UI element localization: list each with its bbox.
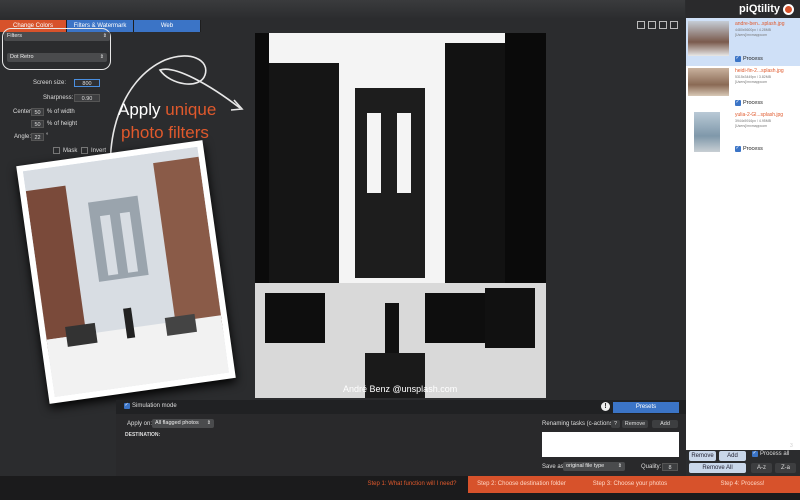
center-label: Center:	[13, 109, 33, 115]
sort-az-button[interactable]: A-z	[751, 463, 772, 473]
process-checkbox[interactable]: Process	[735, 55, 763, 62]
save-as-select[interactable]: original file type ⇕	[563, 462, 625, 471]
save-as-label: Save as:	[542, 464, 566, 470]
step-1[interactable]: Step 1: What function will I need?	[356, 476, 468, 493]
save-as-value: original file type	[566, 463, 605, 469]
quality-field[interactable]: 8	[662, 463, 678, 471]
angle-unit: °	[46, 133, 49, 139]
split-view-icon[interactable]	[648, 21, 656, 29]
checkbox-icon	[81, 147, 88, 154]
rotate-left-icon[interactable]	[659, 21, 667, 29]
sharpness-label: Sharpness:	[43, 95, 74, 101]
step-3[interactable]: Step 3: Choose your photos	[575, 476, 685, 493]
brand-name: piQtility	[739, 3, 780, 15]
photo-list-item[interactable]: heidi-fin-2...splash.jpg 5315x3449px / 3…	[686, 66, 800, 110]
photo-filename: yulia-2-Gl...splash.jpg	[735, 112, 784, 118]
process-all-label: Process all	[760, 451, 790, 457]
process-checkbox[interactable]: Process	[735, 99, 763, 106]
photo-thumbnail	[688, 68, 729, 96]
filtered-preview	[255, 33, 546, 398]
checkbox-icon	[53, 147, 60, 154]
top-toolbar	[0, 0, 685, 18]
checkbox-checked-icon	[735, 99, 741, 106]
checkbox-checked-icon	[735, 145, 741, 152]
photo-path: [Users]/mxmappcom	[735, 33, 768, 37]
process-label: Process	[743, 100, 763, 106]
center-x-field[interactable]: 50	[31, 108, 44, 116]
process-label: Process	[743, 56, 763, 62]
brand-header: piQtility	[686, 0, 800, 18]
photo-thumbnail	[694, 112, 720, 152]
original-photo-card	[16, 140, 236, 404]
photo-dimensions: 3944x5916px / 4.95MB	[735, 119, 771, 123]
view-controls	[637, 21, 678, 29]
photo-list-item[interactable]: andre-ben...splash.jpg 4480x5600px / 4.2…	[686, 18, 800, 66]
screen-size-label: Screen size:	[33, 80, 67, 86]
sharpness-field[interactable]: 0.90	[74, 94, 100, 102]
renaming-label: Renaming tasks (c-actions):	[542, 421, 617, 427]
process-checkbox[interactable]: Process	[735, 145, 763, 152]
photo-list: andre-ben...splash.jpg 4480x5600px / 4.2…	[686, 18, 800, 450]
filter-category-value: Filters	[7, 33, 22, 39]
fit-view-icon[interactable]	[637, 21, 645, 29]
center-x-unit: % of width	[47, 109, 75, 115]
photo-dimensions: 5315x3449px / 3.82MB	[735, 75, 771, 79]
photo-list-item[interactable]: yulia-2-Gl...splash.jpg 3944x5916px / 4.…	[686, 110, 800, 156]
apply-on-select[interactable]: All flagged photos ⇕	[152, 419, 214, 428]
process-all-checkbox[interactable]: Process all	[752, 450, 790, 457]
center-y-field[interactable]: 50	[31, 120, 44, 128]
process-label: Process	[743, 146, 763, 152]
tab-web[interactable]: Web	[134, 20, 201, 32]
angle-label: Angle:	[14, 134, 32, 140]
promo-line-1: Apply unique	[118, 100, 216, 120]
original-photo	[22, 146, 230, 398]
remove-all-button[interactable]: Remove All	[689, 463, 746, 473]
apply-on-label: Apply on:	[127, 421, 153, 427]
chevron-updown-icon: ⇕	[617, 463, 622, 469]
preview-image-icon	[255, 33, 546, 398]
photo-path: [Users]/mxmappcom	[735, 124, 768, 128]
screen-size-field[interactable]: 800	[74, 79, 100, 87]
step-4[interactable]: Step 4: Process!	[685, 476, 800, 493]
renaming-help-button[interactable]: ?	[611, 420, 620, 428]
add-photo-button[interactable]: Add	[719, 451, 746, 461]
simulation-mode-checkbox[interactable]: Simulation mode	[124, 402, 177, 409]
photo-filename: heidi-fin-2...splash.jpg	[735, 68, 784, 74]
promo-highlight: unique	[165, 100, 217, 119]
photo-dimensions: 4480x5600px / 4.28MB	[735, 28, 771, 32]
mask-label: Mask	[63, 147, 78, 154]
city-photo-icon	[22, 146, 230, 398]
rotate-right-icon[interactable]	[670, 21, 678, 29]
chevron-updown-icon: ⇕	[206, 420, 211, 426]
renaming-tasks-list[interactable]	[542, 432, 679, 457]
remove-photo-button[interactable]: Remove	[689, 451, 716, 461]
promo-prefix: Apply	[118, 100, 166, 119]
filter-category-select[interactable]: Filters ⇕	[4, 32, 110, 41]
photo-thumbnail	[688, 21, 729, 56]
checkbox-checked-icon	[752, 450, 758, 457]
angle-field[interactable]: 22	[31, 133, 44, 141]
mask-checkbox[interactable]: Mask	[53, 147, 77, 154]
step-2[interactable]: Step 2: Choose destination folder	[468, 476, 575, 493]
workflow-steps: Step 1: What function will I need? Step …	[0, 476, 800, 500]
brand-logo-icon	[783, 3, 794, 15]
info-icon[interactable]: !	[601, 402, 610, 411]
photo-path: [Users]/mxmappcom	[735, 80, 768, 84]
filter-select[interactable]: Dot Retro ⇕	[7, 53, 107, 62]
filter-value: Dot Retro	[10, 54, 34, 60]
photo-filename: andre-ben...splash.jpg	[735, 21, 785, 27]
checkbox-checked-icon	[735, 55, 741, 62]
sort-za-button[interactable]: Z-a	[775, 463, 796, 473]
apply-on-value: All flagged photos	[155, 420, 199, 426]
photo-credit: André Benz @unsplash.com	[343, 384, 458, 394]
center-y-unit: % of height	[47, 121, 78, 127]
simulation-mode-label: Simulation mode	[132, 403, 177, 409]
renaming-remove-button[interactable]: Remove	[622, 420, 648, 428]
destination-label: DESTINATION:	[125, 432, 161, 438]
renaming-add-button[interactable]: Add	[652, 420, 678, 428]
quality-label: Quality:	[641, 464, 662, 470]
checkbox-checked-icon	[124, 402, 130, 409]
presets-button[interactable]: Presets	[613, 402, 679, 413]
photo-count: 3	[790, 443, 793, 449]
